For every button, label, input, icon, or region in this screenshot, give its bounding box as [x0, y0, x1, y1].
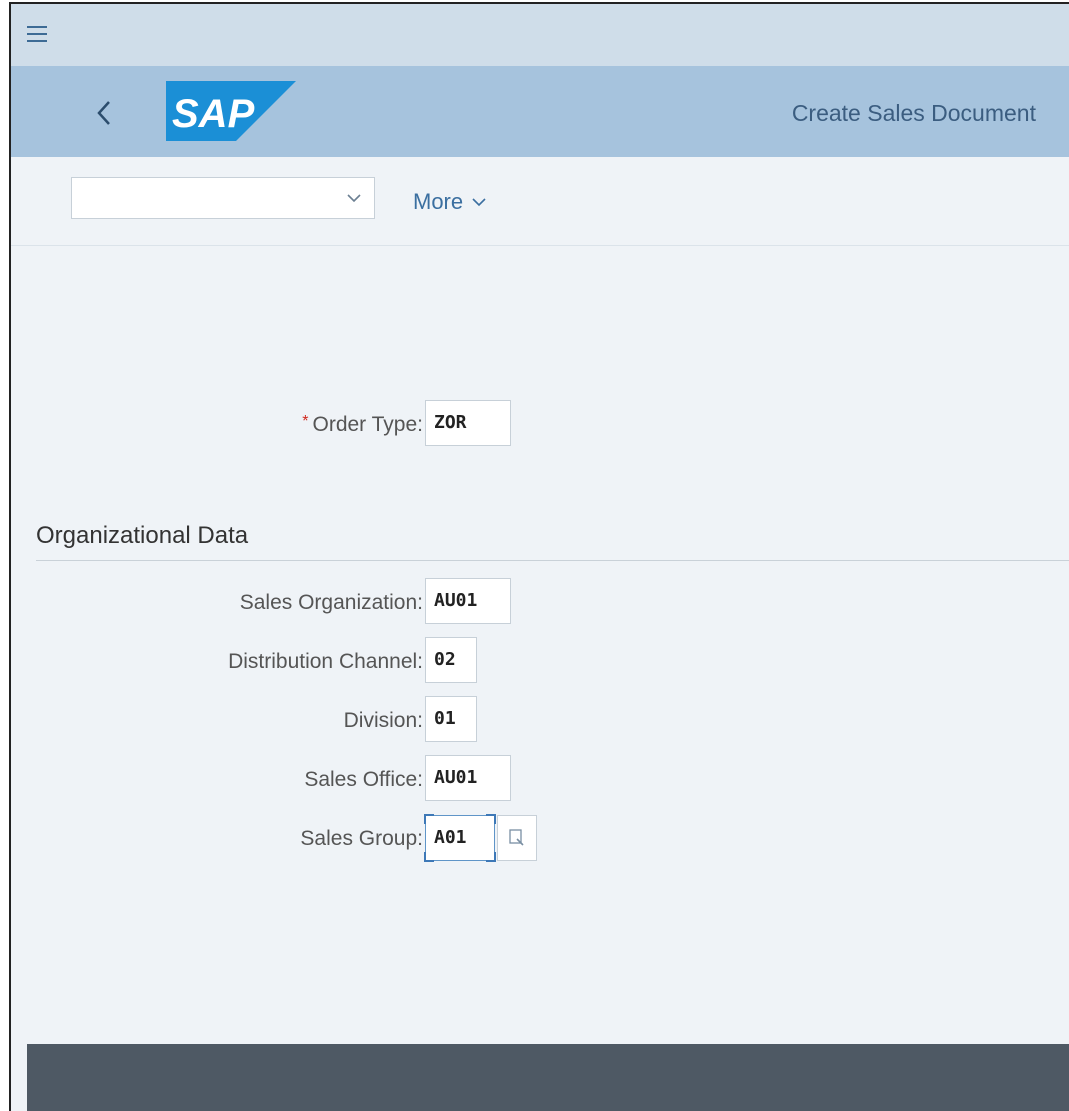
more-chevron-down-icon [472, 198, 486, 207]
sales-organization-input[interactable]: AU01 [425, 578, 511, 624]
sap-logo-text: SAP [172, 92, 255, 136]
more-menu-button[interactable]: More [413, 189, 487, 215]
required-marker: * [302, 413, 309, 430]
value-help-icon [509, 829, 524, 846]
distribution-channel-input[interactable]: 02 [425, 637, 477, 683]
order-type-input[interactable]: ZOR [425, 400, 511, 446]
sales-organization-label: Sales Organization: [239, 591, 423, 614]
sales-office-label: Sales Office: [304, 768, 423, 791]
order-type-label-text: Order Type: [312, 413, 424, 436]
footer-bar [27, 1044, 1069, 1111]
sales-group-input[interactable]: A01 [424, 814, 496, 862]
division-input[interactable]: 01 [425, 696, 477, 742]
section-title-organizational-data: Organizational Data [36, 522, 249, 549]
shell-bar [11, 4, 1069, 66]
sales-group-value-help-button[interactable] [497, 815, 537, 861]
page-header: SAP Create Sales Document [11, 66, 1069, 157]
command-select[interactable] [71, 177, 375, 219]
sales-group-label: Sales Group: [300, 827, 423, 850]
toolbar: More [11, 157, 1069, 246]
order-type-label: * Order Type: [302, 413, 423, 437]
chevron-down-icon [347, 194, 361, 203]
section-divider [36, 560, 1069, 561]
division-label: Division: [343, 709, 423, 732]
sap-logo: SAP [166, 81, 296, 141]
back-icon[interactable] [89, 96, 121, 130]
more-label: More [413, 189, 464, 214]
app-window: SAP Create Sales Document More * Order Ty… [9, 2, 1069, 1111]
sales-group-value: A01 [434, 827, 467, 848]
distribution-channel-label: Distribution Channel: [228, 650, 423, 673]
page-title: Create Sales Document [791, 100, 1036, 126]
menu-icon[interactable] [27, 26, 47, 42]
sales-office-input[interactable]: AU01 [425, 755, 511, 801]
